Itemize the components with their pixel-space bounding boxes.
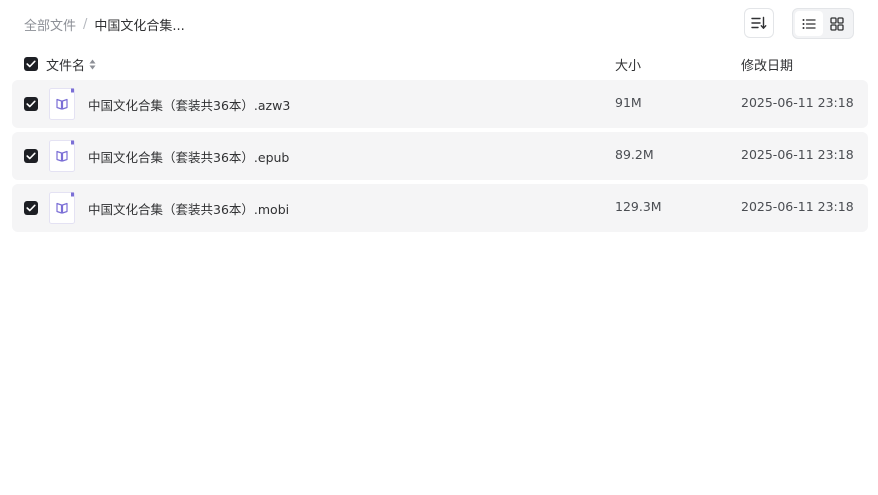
file-modified-date: 2025-06-11 23:18 [741, 95, 854, 110]
breadcrumb-current: 中国文化合集... [94, 18, 185, 34]
file-row[interactable]: 中国文化合集（套装共36本）.epub 89.2M 2025-06-11 23:… [12, 132, 868, 180]
breadcrumb-root[interactable]: 全部文件 [24, 15, 76, 34]
grid-view-button[interactable] [823, 11, 851, 36]
name-column-header[interactable]: 文件名 [46, 55, 96, 74]
checkmark-icon [26, 100, 36, 108]
file-browser: 全部文件 / 中国文化合集... 文件名 大小 修改日期 中国文化合集（套装共3… [0, 0, 878, 495]
file-name[interactable]: 中国文化合集（套装共36本）.azw3 [88, 95, 290, 114]
name-column-label: 文件名 [46, 59, 86, 74]
list-view-icon [802, 18, 816, 29]
file-row[interactable]: 中国文化合集（套装共36本）.azw3 91M 2025-06-11 23:18 [12, 80, 868, 128]
file-name[interactable]: 中国文化合集（套装共36本）.epub [88, 147, 289, 166]
ebook-file-icon [49, 192, 75, 224]
file-size: 129.3M [615, 199, 662, 214]
sort-button[interactable] [744, 8, 774, 38]
file-modified-date: 2025-06-11 23:18 [741, 147, 854, 162]
file-row[interactable]: 中国文化合集（套装共36本）.mobi 129.3M 2025-06-11 23… [12, 184, 868, 232]
grid-view-icon [830, 16, 844, 31]
checkmark-icon [26, 152, 36, 160]
breadcrumb-separator: / [83, 16, 88, 32]
view-toggle [792, 8, 854, 39]
sort-caret-icon [89, 59, 96, 70]
checkmark-icon [26, 204, 36, 212]
select-all-checkbox[interactable] [24, 57, 38, 71]
checkmark-icon [26, 60, 36, 68]
row-checkbox[interactable] [24, 149, 38, 163]
file-modified-date: 2025-06-11 23:18 [741, 199, 854, 214]
list-header: 文件名 大小 修改日期 [12, 52, 868, 76]
file-size: 91M [615, 95, 642, 110]
file-name[interactable]: 中国文化合集（套装共36本）.mobi [88, 199, 289, 218]
size-column-header[interactable]: 大小 [615, 55, 641, 74]
ebook-file-icon [49, 140, 75, 172]
file-size: 89.2M [615, 147, 654, 162]
row-checkbox[interactable] [24, 97, 38, 111]
breadcrumb: 全部文件 / 中国文化合集... [24, 14, 185, 34]
modified-column-header[interactable]: 修改日期 [741, 55, 793, 74]
list-view-button[interactable] [795, 11, 823, 36]
sort-icon [751, 16, 767, 29]
row-checkbox[interactable] [24, 201, 38, 215]
ebook-file-icon [49, 88, 75, 120]
